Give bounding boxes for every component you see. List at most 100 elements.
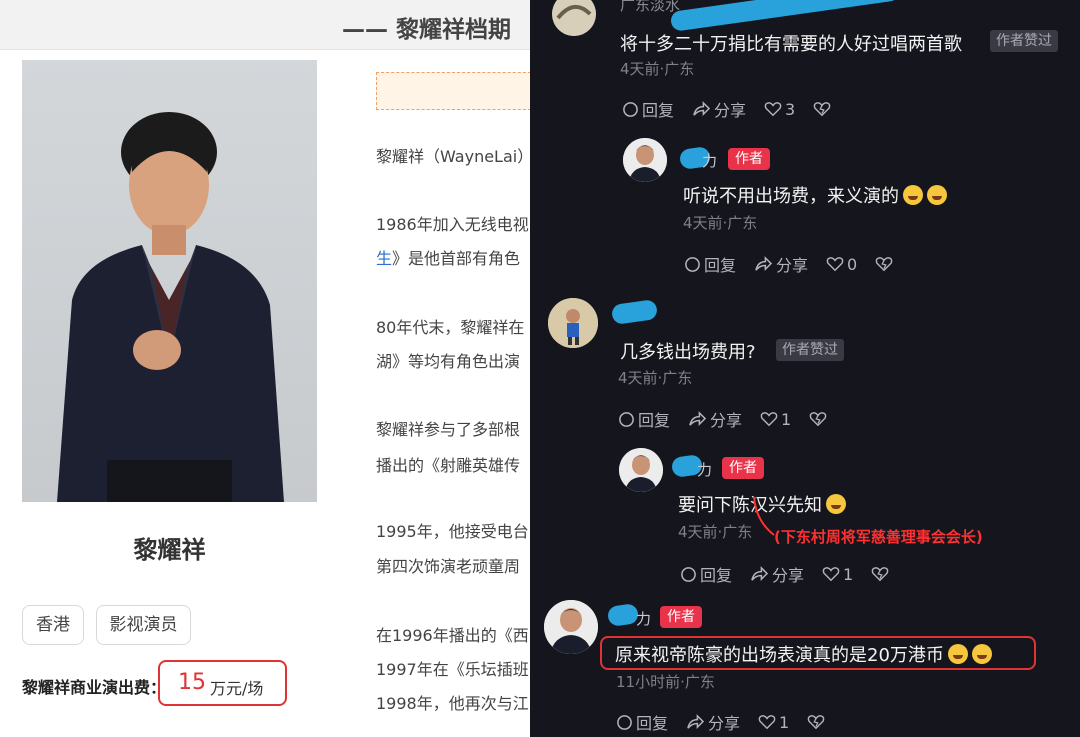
person-name: 黎耀祥 (133, 536, 206, 564)
author-liked-badge: 作者赞过 (990, 30, 1058, 52)
reply-button[interactable]: 回复 (622, 97, 674, 121)
share-button[interactable]: 分享 (688, 407, 742, 431)
share-icon (687, 713, 705, 729)
laugh-emoji-icon (947, 644, 968, 664)
share-icon (693, 100, 711, 116)
reply-button[interactable]: 回复 (616, 710, 668, 734)
reply-icon (685, 256, 700, 272)
fee-unit: 万元/场 (210, 679, 264, 698)
share-label: 分享 (772, 566, 805, 585)
comment-meta: 11小时前·广东 (616, 673, 715, 691)
share-button[interactable]: 分享 (686, 710, 740, 734)
comment-meta: 4天前·广东 (683, 214, 758, 232)
author-badge: 作者 (728, 148, 770, 170)
dislike-button[interactable] (807, 714, 828, 730)
bio-line: 生》是他首部有角色 (376, 245, 520, 269)
reply-label: 回复 (704, 256, 737, 275)
censor-mark (610, 298, 659, 326)
tag-occupation[interactable]: 影视演员 (96, 605, 191, 645)
share-label: 分享 (710, 411, 743, 430)
avatar[interactable] (544, 600, 598, 654)
laugh-emoji-icon (903, 185, 923, 205)
comment-username[interactable]: 广东淡水 (620, 0, 680, 15)
dislike-button[interactable] (871, 566, 892, 582)
bio-line: 黎耀祥参与了多部根 (376, 420, 521, 439)
avatar[interactable] (619, 448, 663, 492)
avatar[interactable] (552, 0, 596, 36)
reply-button[interactable]: 回复 (618, 407, 670, 431)
share-icon (689, 410, 707, 426)
comment-text-body: 听说不用出场费，来义演的 (683, 186, 899, 207)
heart-icon (760, 412, 778, 427)
dislike-icon (807, 715, 825, 730)
share-button[interactable]: 分享 (692, 97, 746, 121)
bio-line: 1997年在《乐坛插班 (376, 660, 529, 679)
bio-line: 1986年加入无线电视 (376, 215, 529, 234)
notice-banner (376, 72, 530, 110)
comment-username[interactable]: 力 (702, 150, 717, 171)
reply-button[interactable]: 回复 (680, 562, 732, 586)
share-label: 分享 (708, 714, 741, 733)
comment-text: 原来视帝陈豪的出场表演真的是20万港币 (615, 641, 992, 667)
like-count: 0 (847, 254, 858, 274)
author-liked-badge: 作者赞过 (776, 339, 844, 361)
reply-label: 回复 (642, 101, 675, 120)
comment-actions: 回复 分享 1 (616, 710, 846, 734)
comment-actions: 回复 分享 3 (622, 97, 852, 121)
laugh-emoji-icon (971, 644, 992, 664)
comment-text: 将十多二十万捐比有需要的人好过唱两首歌 (620, 34, 962, 55)
laugh-emoji-icon (927, 185, 947, 205)
bio-line: 黎耀祥（WayneLai） (376, 147, 530, 166)
comment-text: 几多钱出场费用? (620, 342, 756, 363)
reply-icon (617, 714, 632, 730)
like-button[interactable]: 1 (822, 565, 853, 584)
bio-line: 湖》等均有角色出演 (376, 352, 521, 371)
like-button[interactable]: 0 (826, 255, 857, 274)
comment-actions: 回复 分享 1 (618, 407, 848, 431)
like-count: 1 (781, 409, 792, 429)
reply-icon (681, 566, 696, 582)
bio-line: 80年代末，黎耀祥在 (376, 318, 525, 337)
comment-meta: 4天前·广东 (618, 369, 693, 387)
heart-icon (822, 567, 840, 582)
comment-actions: 回复 分享 0 (684, 252, 914, 276)
reply-icon (623, 101, 638, 117)
like-button[interactable]: 1 (760, 410, 791, 429)
bio-line: 1995年，他接受电台 (376, 522, 529, 541)
dislike-button[interactable] (875, 256, 896, 272)
bio-link[interactable]: 生 (376, 249, 392, 268)
bio-line: 播出的《射雕英雄传 (376, 456, 521, 475)
dislike-icon (875, 257, 893, 272)
like-count: 1 (843, 564, 854, 584)
reply-button[interactable]: 回复 (684, 252, 736, 276)
dislike-button[interactable] (809, 411, 830, 427)
share-icon (755, 255, 773, 271)
dislike-icon (813, 102, 831, 117)
heart-icon (764, 102, 782, 117)
tag-region[interactable]: 香港 (22, 605, 84, 645)
profile-page: —— 黎耀祥档期 黎耀祥 香港 影视演员 黎耀祥商业演出费： 15 万元/场 黎… (0, 0, 530, 737)
share-button[interactable]: 分享 (754, 252, 808, 276)
annotation-note: (下东村周将军慈善理事会会长) (774, 528, 983, 546)
reply-label: 回复 (636, 714, 669, 733)
author-badge: 作者 (660, 606, 702, 628)
laugh-emoji-icon (826, 494, 846, 514)
share-button[interactable]: 分享 (750, 562, 804, 586)
reply-label: 回复 (700, 566, 733, 585)
dislike-button[interactable] (813, 101, 834, 117)
fee-label: 黎耀祥商业演出费： (22, 678, 167, 697)
dislike-icon (809, 412, 827, 427)
like-count: 1 (779, 712, 790, 732)
like-count: 3 (785, 99, 796, 119)
comment-username[interactable]: 力 (636, 608, 651, 629)
share-label: 分享 (776, 256, 809, 275)
heart-icon (826, 257, 844, 272)
avatar[interactable] (623, 138, 667, 182)
like-button[interactable]: 3 (764, 100, 795, 119)
censor-mark (669, 0, 901, 32)
avatar[interactable] (548, 298, 598, 348)
comment-username[interactable]: 力 (697, 459, 712, 480)
reply-label: 回复 (638, 411, 671, 430)
like-button[interactable]: 1 (758, 713, 789, 732)
bio-line-text: 》是他首部有角色 (392, 249, 521, 268)
